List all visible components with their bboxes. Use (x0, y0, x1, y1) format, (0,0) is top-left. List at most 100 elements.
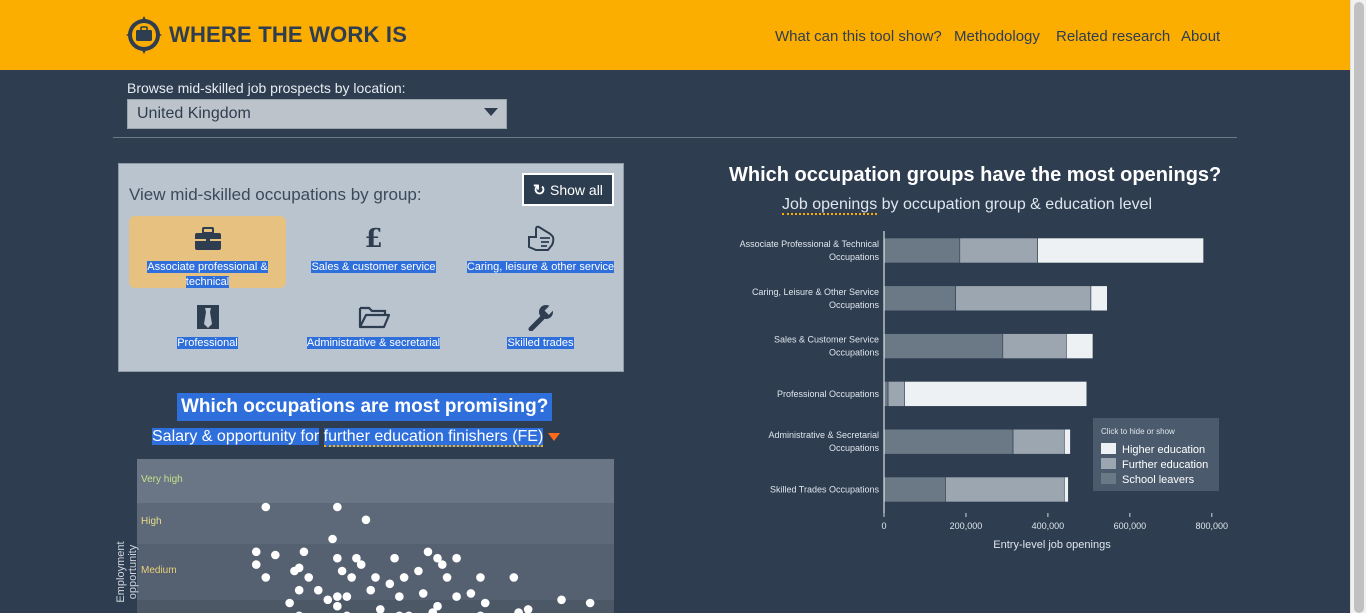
occupation-point[interactable] (509, 573, 519, 582)
bar-higher-education[interactable] (1066, 333, 1094, 359)
legend-label: School leavers (1122, 474, 1195, 486)
bar-school-leavers[interactable] (883, 333, 1004, 359)
bar-further-education[interactable] (945, 476, 1065, 503)
bar-higher-education[interactable] (1090, 285, 1108, 312)
occupation-point[interactable] (437, 560, 447, 569)
bar-higher-education[interactable] (904, 381, 1088, 407)
group-professional[interactable]: Professional (129, 294, 286, 366)
bar-further-education[interactable] (887, 381, 905, 407)
occupation-point[interactable] (585, 598, 595, 608)
occupation-point[interactable] (328, 534, 337, 544)
briefcase-icon (129, 224, 286, 254)
occupation-point[interactable] (342, 592, 352, 601)
occupation-point[interactable] (285, 598, 294, 608)
bar-further-education[interactable] (959, 237, 1038, 264)
bar-school-leavers[interactable] (883, 285, 957, 312)
occupation-point[interactable] (414, 566, 423, 576)
occupation-point[interactable] (261, 573, 271, 582)
occupation-point[interactable] (333, 553, 342, 563)
occupation-point[interactable] (452, 553, 461, 563)
occupation-point[interactable] (557, 595, 566, 605)
dropdown-caret-icon[interactable] (548, 432, 561, 441)
band-medium (137, 544, 614, 600)
bar-higher-education[interactable] (1037, 237, 1204, 264)
page-scrollbar[interactable] (1350, 0, 1366, 613)
occupation-point[interactable] (347, 573, 356, 582)
section-divider (113, 137, 1237, 138)
occupation-point[interactable] (399, 573, 409, 582)
nav-what-can-this-tool-show[interactable]: What can this tool show? (775, 28, 942, 45)
bar-further-education[interactable] (1012, 428, 1065, 455)
legend-item-further-education[interactable]: Further education (1101, 458, 1208, 471)
bar-school-leavers[interactable] (883, 381, 889, 407)
wrench-icon (462, 302, 619, 332)
occupation-point[interactable] (261, 502, 271, 512)
bar-school-leavers[interactable] (883, 476, 946, 503)
group-administrative-secretarial[interactable]: Administrative & secretarial (295, 294, 452, 366)
occupation-point[interactable] (337, 566, 347, 576)
band-very-high (137, 459, 614, 503)
bar-higher-education[interactable] (1063, 428, 1071, 455)
nav-related-research[interactable]: Related research (1056, 28, 1170, 45)
group-label: Associate professional & technical (147, 261, 268, 288)
occupation-point[interactable] (442, 573, 452, 582)
occupation-point[interactable] (304, 573, 314, 582)
occupation-point[interactable] (333, 502, 342, 512)
bar-further-education[interactable] (955, 285, 1092, 312)
occupation-point[interactable] (333, 601, 342, 611)
band-label-medium: Medium (141, 565, 177, 576)
bar-higher-education[interactable] (1063, 476, 1069, 503)
brand-title[interactable]: WHERE THE WORK IS (169, 22, 407, 48)
occupation-point[interactable] (418, 589, 428, 598)
legend-item-school-leavers[interactable]: School leavers (1101, 473, 1194, 486)
occupation-point[interactable] (251, 547, 261, 557)
occupation-point[interactable] (423, 547, 433, 557)
occupation-point[interactable] (371, 573, 380, 582)
nav-methodology[interactable]: Methodology (954, 28, 1040, 45)
occupation-group-panel: View mid-skilled occupations by group: ↻… (118, 163, 624, 372)
job-openings-link[interactable]: Job openings (782, 196, 878, 215)
show-all-button[interactable]: ↻ Show all (522, 173, 614, 206)
legend-swatch (1101, 443, 1116, 454)
bar-school-leavers[interactable] (883, 237, 961, 264)
occupation-point[interactable] (333, 592, 342, 601)
group-sales-customer-service[interactable]: £ Sales & customer service (295, 216, 452, 288)
x-tick-label: 400,000 (1032, 521, 1065, 531)
occupation-point[interactable] (294, 585, 304, 595)
occupation-point[interactable] (466, 589, 476, 598)
promising-subtitle-prefix: Salary & opportunity for (152, 428, 320, 445)
category-label: Occupations (829, 300, 880, 310)
occupation-point[interactable] (390, 553, 399, 563)
occupation-point[interactable] (299, 547, 309, 557)
occupation-point[interactable] (361, 515, 371, 525)
occupation-point[interactable] (395, 592, 404, 601)
occupation-point[interactable] (452, 592, 461, 601)
occupation-point[interactable] (476, 573, 485, 582)
compass-briefcase-icon[interactable] (126, 16, 162, 54)
location-selected-value: United Kingdom (137, 105, 251, 122)
occupation-point[interactable] (271, 550, 280, 560)
occupation-point[interactable] (251, 560, 261, 569)
promising-title: Which occupations are most promising? (177, 393, 553, 421)
group-skilled-trades[interactable]: Skilled trades (462, 294, 619, 366)
occupation-point[interactable] (385, 579, 395, 589)
group-associate-professional[interactable]: Associate professional & technical (129, 216, 286, 288)
legend-label: Further education (1122, 459, 1209, 471)
occupation-point[interactable] (323, 595, 333, 605)
nav-about[interactable]: About (1181, 28, 1220, 45)
bar-further-education[interactable] (1002, 333, 1067, 359)
education-level-selector[interactable]: further education finishers (FE) (323, 428, 544, 447)
group-caring-leisure[interactable]: Caring, leisure & other service (462, 216, 619, 288)
category-label: Administrative & Secretarial (768, 430, 879, 440)
location-label: Browse mid-skilled job prospects by loca… (127, 80, 406, 96)
group-label: Administrative & secretarial (306, 337, 441, 349)
location-select[interactable]: United Kingdom (127, 99, 507, 129)
occupation-point[interactable] (313, 585, 323, 595)
occupation-point[interactable] (356, 560, 366, 569)
scrollbar-thumb[interactable] (1354, 2, 1364, 613)
occupation-point[interactable] (366, 585, 376, 595)
bar-school-leavers[interactable] (883, 428, 1014, 455)
occupation-point[interactable] (294, 563, 304, 573)
legend-item-higher-education[interactable]: Higher education (1101, 443, 1205, 456)
occupation-point[interactable] (480, 598, 490, 608)
